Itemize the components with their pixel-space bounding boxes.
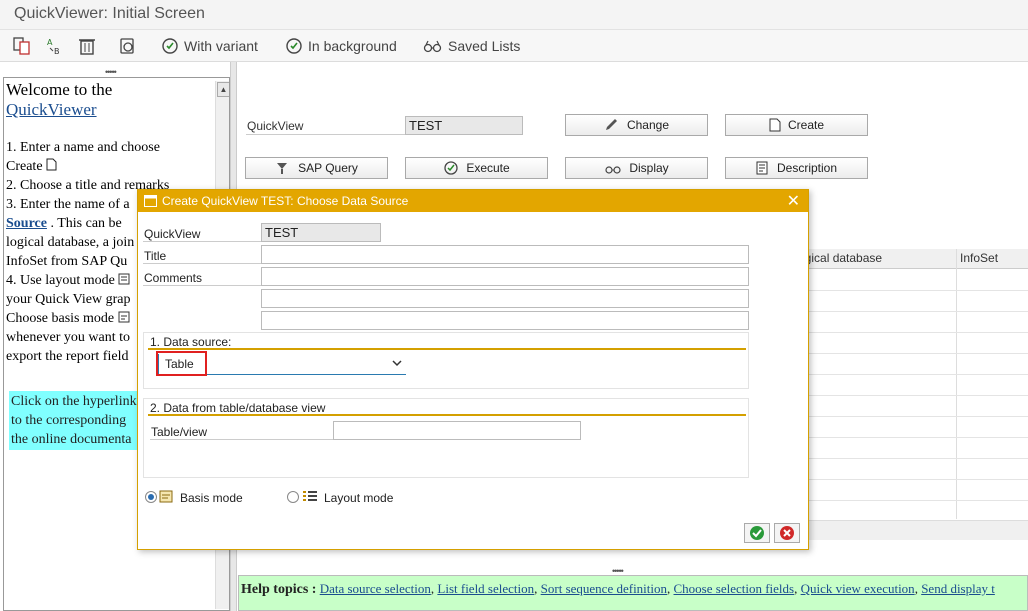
pane-grip[interactable]: ••••• (105, 67, 117, 77)
display-label: Display (629, 161, 669, 175)
title-bar: QuickViewer: Initial Screen (0, 0, 1028, 30)
help-link-sort-sequence[interactable]: Sort sequence definition (541, 581, 667, 596)
hint-line-1: Click on the hyperlink (11, 394, 137, 409)
display-button[interactable]: Display (565, 157, 708, 179)
basis-mode-radio[interactable] (145, 491, 157, 503)
chevron-down-icon[interactable] (392, 357, 402, 371)
basis-mode-text: Choose basis mode (6, 311, 115, 326)
document-icon (46, 158, 57, 171)
quickview-input[interactable]: TEST (405, 116, 523, 135)
layout-mode-text: 4. Use layout mode (6, 273, 115, 288)
help-link-list-field[interactable]: List field selection (437, 581, 534, 596)
dialog-window-icon (144, 195, 157, 210)
welcome-text: Welcome to the (6, 80, 113, 99)
basis-icon (118, 311, 130, 323)
svg-text:B: B (54, 47, 60, 56)
comments-input-1[interactable] (261, 267, 749, 286)
comments-input-2[interactable] (261, 289, 749, 308)
col-logical-database[interactable]: ogical database (798, 251, 882, 265)
cancel-icon (780, 526, 794, 540)
help-line-create: Create (6, 157, 211, 176)
scroll-up-icon[interactable]: ▲ (217, 82, 229, 97)
rename-icon[interactable]: AB (45, 36, 65, 56)
title-input[interactable] (261, 245, 749, 264)
create-button[interactable]: Create (725, 114, 868, 136)
layout-icon (118, 273, 130, 285)
layout-mode-icon (303, 491, 317, 501)
create-label: Create (787, 118, 825, 132)
query-table-header: ogical database InfoSet (794, 249, 1028, 519)
highlight-box (156, 351, 207, 376)
dlg-comments-label: Comments (144, 271, 203, 285)
in-background-label: In background (308, 38, 397, 54)
pencil-icon (605, 119, 617, 130)
glasses-icon (423, 40, 442, 53)
check-icon (750, 526, 764, 540)
tableview-label: Table/view (151, 425, 208, 439)
display-glasses-icon (605, 166, 621, 174)
saved-lists-button[interactable]: Saved Lists (423, 37, 520, 55)
dlg-quickview-field: TEST (261, 223, 381, 242)
layout-mode-radio[interactable] (287, 491, 299, 503)
data-source-group-title: 1. Data source: (150, 335, 232, 349)
transport-icon[interactable] (118, 36, 138, 56)
quickview-label: QuickView (247, 119, 304, 133)
description-button[interactable]: Description (725, 157, 868, 179)
help-link-data-source[interactable]: Data source selection (320, 581, 431, 596)
saved-lists-label: Saved Lists (448, 38, 521, 54)
basis-mode-label: Basis mode (180, 491, 243, 505)
hint-line-2: to the corresponding (11, 413, 127, 428)
close-icon[interactable]: ✕ (787, 191, 800, 211)
dlg-quickview-label: QuickView (144, 227, 201, 241)
execute-button[interactable]: Execute (405, 157, 548, 179)
help-link-selection-fields[interactable]: Choose selection fields (674, 581, 795, 596)
description-label: Description (776, 161, 838, 175)
with-variant-label: With variant (184, 38, 258, 54)
hint-box: Click on the hyperlink to the correspond… (9, 391, 149, 450)
layout-mode-label: Layout mode (324, 491, 394, 505)
new-document-icon (769, 118, 781, 132)
help-link-send-display[interactable]: Send display t (921, 581, 995, 596)
hint-line-3: the online documenta (11, 432, 132, 447)
comments-input-3[interactable] (261, 311, 749, 330)
with-variant-button[interactable]: With variant (161, 37, 258, 55)
choose-data-source-dialog: Create QuickView TEST: Choose Data Sourc… (137, 189, 809, 550)
dlg-title-label: Title (144, 249, 167, 263)
col-infoset[interactable]: InfoSet (960, 251, 998, 265)
execute-clock-icon (162, 38, 178, 54)
background-clock-icon (286, 38, 302, 54)
create-text: Create (6, 159, 43, 174)
table-view-group-title: 2. Data from table/database view (150, 401, 326, 415)
window-title: QuickViewer: Initial Screen (14, 5, 205, 22)
toolbar: AB With variant In background Saved List… (0, 30, 1028, 62)
description-icon (756, 161, 768, 175)
delete-icon[interactable] (77, 36, 97, 56)
table-footer (808, 520, 1028, 540)
sap-query-icon (277, 163, 288, 174)
copy-icon[interactable] (12, 36, 32, 56)
help-topics-label: Help topics : (241, 582, 317, 597)
source-desc: . This can be (50, 216, 122, 231)
sap-query-label: SAP Query (298, 161, 358, 175)
confirm-button[interactable] (744, 523, 770, 543)
basis-mode-icon (159, 490, 173, 503)
help-topics-bar: Help topics : Data source selection, Lis… (238, 575, 1028, 611)
data-source-link[interactable]: Source (6, 216, 47, 231)
tableview-input[interactable] (333, 421, 581, 440)
dialog-title: Create QuickView TEST: Choose Data Sourc… (162, 194, 409, 208)
sap-query-button[interactable]: SAP Query (245, 157, 388, 179)
execute-icon (444, 161, 458, 175)
cancel-button[interactable] (774, 523, 800, 543)
help-line-1: 1. Enter a name and choose (6, 140, 160, 155)
dialog-title-bar[interactable]: Create QuickView TEST: Choose Data Sourc… (138, 190, 808, 212)
quickviewer-link[interactable]: QuickViewer (6, 100, 97, 119)
svg-text:A: A (47, 38, 53, 47)
help-link-execution[interactable]: Quick view execution (801, 581, 915, 596)
in-background-button[interactable]: In background (285, 37, 397, 55)
execute-label: Execute (466, 161, 510, 175)
change-button[interactable]: Change (565, 114, 708, 136)
change-label: Change (626, 118, 670, 132)
